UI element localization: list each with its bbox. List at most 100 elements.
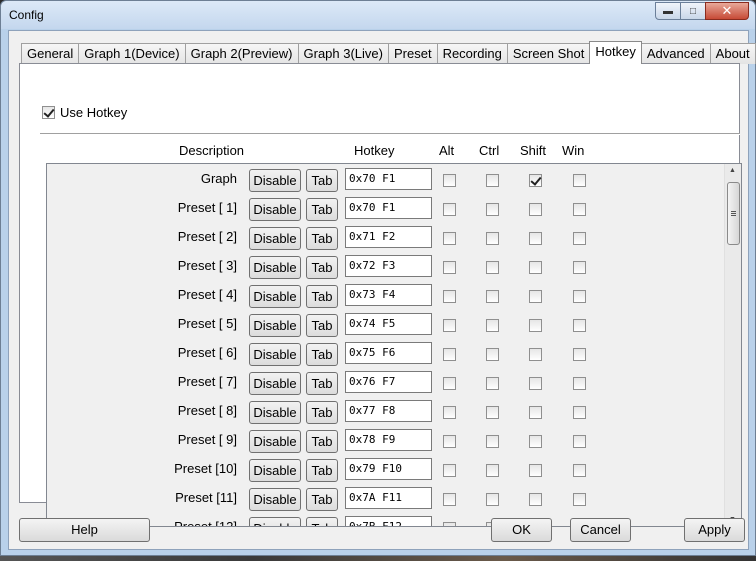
tab-preset[interactable]: Preset <box>387 43 438 64</box>
win-checkbox[interactable] <box>573 261 586 274</box>
hotkey-field[interactable]: 0x72 F3 <box>345 255 432 277</box>
disable-button[interactable]: Disable <box>249 285 301 308</box>
disable-button[interactable]: Disable <box>249 372 301 395</box>
alt-checkbox[interactable] <box>443 348 456 361</box>
cancel-button[interactable]: Cancel <box>570 518 631 542</box>
help-button[interactable]: Help <box>19 518 150 542</box>
disable-button[interactable]: Disable <box>249 459 301 482</box>
hotkey-field[interactable]: 0x70 F1 <box>345 197 432 219</box>
disable-button[interactable]: Disable <box>249 401 301 424</box>
hotkey-field[interactable]: 0x71 F2 <box>345 226 432 248</box>
shift-checkbox[interactable] <box>529 203 542 216</box>
win-checkbox[interactable] <box>573 464 586 477</box>
alt-checkbox[interactable] <box>443 290 456 303</box>
win-checkbox[interactable] <box>573 377 586 390</box>
tab-button[interactable]: Tab <box>306 488 338 511</box>
scroll-up-arrow-icon[interactable]: ▲ <box>729 167 736 174</box>
ctrl-checkbox[interactable] <box>486 174 499 187</box>
maximize-button[interactable]: □ <box>680 2 706 20</box>
win-checkbox[interactable] <box>573 174 586 187</box>
disable-button[interactable]: Disable <box>249 256 301 279</box>
alt-checkbox[interactable] <box>443 261 456 274</box>
shift-checkbox[interactable] <box>529 261 542 274</box>
minimize-button[interactable]: ▬ <box>655 2 681 20</box>
alt-checkbox[interactable] <box>443 232 456 245</box>
tab-button[interactable]: Tab <box>306 314 338 337</box>
tab-button[interactable]: Tab <box>306 430 338 453</box>
ok-button[interactable]: OK <box>491 518 552 542</box>
disable-button[interactable]: Disable <box>249 169 301 192</box>
tab-screen-shot[interactable]: Screen Shot <box>506 43 591 64</box>
alt-checkbox[interactable] <box>443 319 456 332</box>
tab-button[interactable]: Tab <box>306 169 338 192</box>
tab-button[interactable]: Tab <box>306 256 338 279</box>
win-checkbox[interactable] <box>573 493 586 506</box>
ctrl-checkbox[interactable] <box>486 377 499 390</box>
hotkey-field[interactable]: 0x7B F12 <box>345 516 432 526</box>
tab-button[interactable]: Tab <box>306 198 338 221</box>
win-checkbox[interactable] <box>573 232 586 245</box>
shift-checkbox[interactable] <box>529 348 542 361</box>
tab-graph-1-device[interactable]: Graph 1(Device) <box>78 43 186 64</box>
ctrl-checkbox[interactable] <box>486 493 499 506</box>
shift-checkbox[interactable] <box>529 464 542 477</box>
ctrl-checkbox[interactable] <box>486 435 499 448</box>
alt-checkbox[interactable] <box>443 464 456 477</box>
shift-checkbox[interactable] <box>529 435 542 448</box>
hotkey-field[interactable]: 0x70 F1 <box>345 168 432 190</box>
tab-button[interactable]: Tab <box>306 285 338 308</box>
shift-checkbox[interactable] <box>529 406 542 419</box>
ctrl-checkbox[interactable] <box>486 232 499 245</box>
use-hotkey-checkbox[interactable] <box>42 106 55 119</box>
tab-button[interactable]: Tab <box>306 517 338 526</box>
hotkey-field[interactable]: 0x79 F10 <box>345 458 432 480</box>
ctrl-checkbox[interactable] <box>486 319 499 332</box>
disable-button[interactable]: Disable <box>249 430 301 453</box>
win-checkbox[interactable] <box>573 290 586 303</box>
alt-checkbox[interactable] <box>443 435 456 448</box>
hotkey-field[interactable]: 0x75 F6 <box>345 342 432 364</box>
alt-checkbox[interactable] <box>443 522 456 526</box>
win-checkbox[interactable] <box>573 319 586 332</box>
ctrl-checkbox[interactable] <box>486 261 499 274</box>
disable-button[interactable]: Disable <box>249 198 301 221</box>
tab-button[interactable]: Tab <box>306 459 338 482</box>
hotkey-field[interactable]: 0x76 F7 <box>345 371 432 393</box>
disable-button[interactable]: Disable <box>249 517 301 526</box>
disable-button[interactable]: Disable <box>249 343 301 366</box>
shift-checkbox[interactable] <box>529 232 542 245</box>
hotkey-field[interactable]: 0x7A F11 <box>345 487 432 509</box>
tab-recording[interactable]: Recording <box>436 43 508 64</box>
tab-button[interactable]: Tab <box>306 227 338 250</box>
hotkey-field[interactable]: 0x77 F8 <box>345 400 432 422</box>
hotkey-field[interactable]: 0x74 F5 <box>345 313 432 335</box>
hotkey-field[interactable]: 0x78 F9 <box>345 429 432 451</box>
win-checkbox[interactable] <box>573 348 586 361</box>
disable-button[interactable]: Disable <box>249 488 301 511</box>
win-checkbox[interactable] <box>573 203 586 216</box>
tab-graph-3-live[interactable]: Graph 3(Live) <box>297 43 389 64</box>
ctrl-checkbox[interactable] <box>486 348 499 361</box>
disable-button[interactable]: Disable <box>249 314 301 337</box>
alt-checkbox[interactable] <box>443 174 456 187</box>
close-button[interactable]: ✕ <box>705 2 749 20</box>
ctrl-checkbox[interactable] <box>486 290 499 303</box>
use-hotkey-option[interactable]: Use Hotkey <box>42 105 127 120</box>
tab-hotkey[interactable]: Hotkey <box>589 41 642 64</box>
tab-button[interactable]: Tab <box>306 343 338 366</box>
shift-checkbox[interactable] <box>529 377 542 390</box>
tab-button[interactable]: Tab <box>306 401 338 424</box>
ctrl-checkbox[interactable] <box>486 464 499 477</box>
tab-about[interactable]: About <box>709 43 756 64</box>
win-checkbox[interactable] <box>573 435 586 448</box>
alt-checkbox[interactable] <box>443 203 456 216</box>
tab-advanced[interactable]: Advanced <box>640 43 711 64</box>
shift-checkbox[interactable] <box>529 319 542 332</box>
alt-checkbox[interactable] <box>443 493 456 506</box>
win-checkbox[interactable] <box>573 406 586 419</box>
apply-button[interactable]: Apply <box>684 518 745 542</box>
tab-general[interactable]: General <box>21 43 80 64</box>
title-bar[interactable]: Config ▬ □ ✕ <box>1 1 755 29</box>
disable-button[interactable]: Disable <box>249 227 301 250</box>
alt-checkbox[interactable] <box>443 406 456 419</box>
